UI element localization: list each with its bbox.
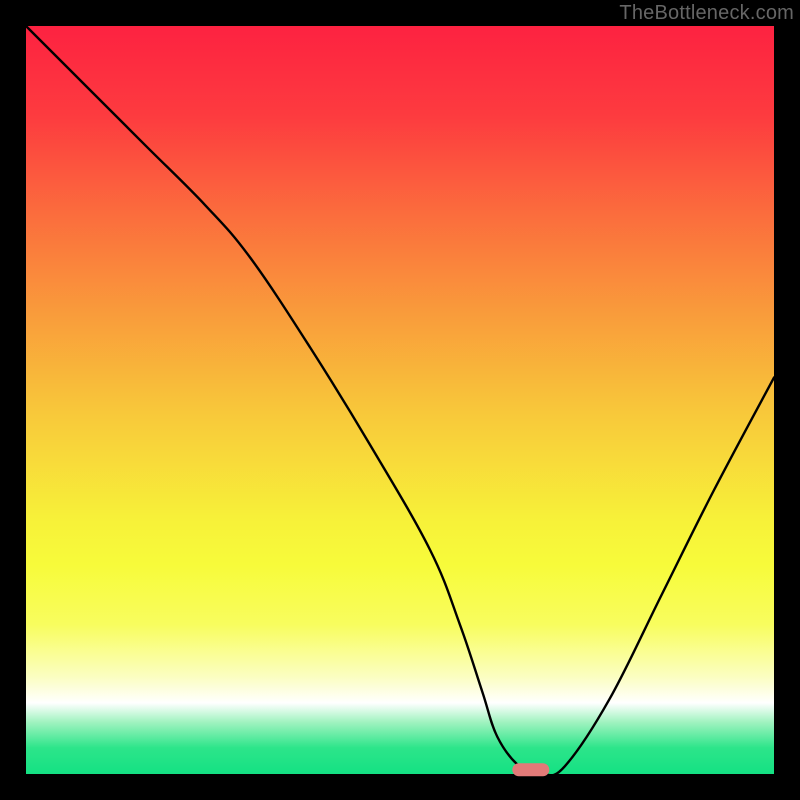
watermark-text: TheBottleneck.com (619, 2, 794, 25)
optimum-marker (512, 763, 549, 776)
chart-frame: TheBottleneck.com (0, 0, 800, 800)
plot-area (26, 26, 774, 774)
bottleneck-chart (26, 26, 774, 774)
